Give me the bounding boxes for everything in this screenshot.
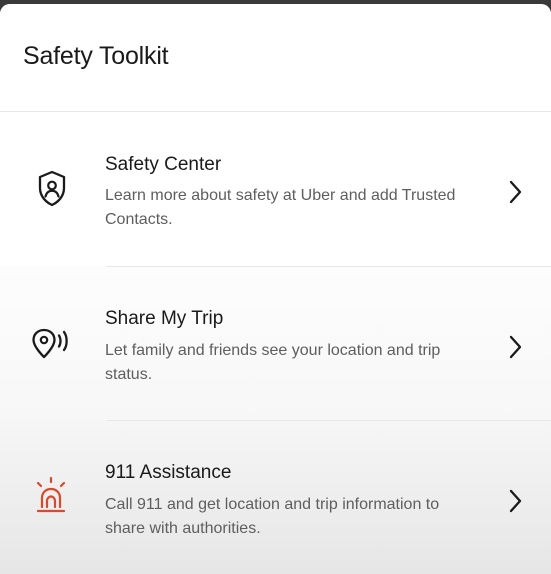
page-title: Safety Toolkit — [23, 42, 169, 70]
911-assistance-title: 911 Assistance — [105, 462, 232, 483]
divider — [107, 420, 551, 421]
911-assistance-item[interactable]: 911 Assistance Call 911 and get location… — [0, 420, 551, 574]
sheet-header: Safety Toolkit — [0, 4, 551, 112]
911-assistance-description: Call 911 and get location and trip infor… — [105, 496, 440, 537]
safety-options-list: Safety Center Learn more about safety at… — [0, 112, 551, 574]
chevron-right-icon — [506, 179, 524, 205]
share-my-trip-description: Let family and friends see your location… — [105, 342, 441, 383]
safety-center-title: Safety Center — [105, 154, 222, 175]
emergency-siren-icon — [30, 475, 74, 519]
chevron-right-icon — [506, 334, 524, 360]
share-my-trip-title: Share My Trip — [105, 308, 224, 329]
divider — [107, 266, 551, 267]
share-location-icon — [30, 322, 74, 366]
safety-center-description: Learn more about safety at Uber and add … — [105, 187, 456, 228]
safety-toolkit-sheet: Safety Toolkit Safety Center Learn more … — [0, 4, 551, 574]
chevron-right-icon — [506, 488, 524, 514]
shield-icon — [30, 167, 74, 211]
safety-center-item[interactable]: Safety Center Learn more about safety at… — [0, 112, 551, 266]
share-my-trip-item[interactable]: Share My Trip Let family and friends see… — [0, 266, 551, 420]
